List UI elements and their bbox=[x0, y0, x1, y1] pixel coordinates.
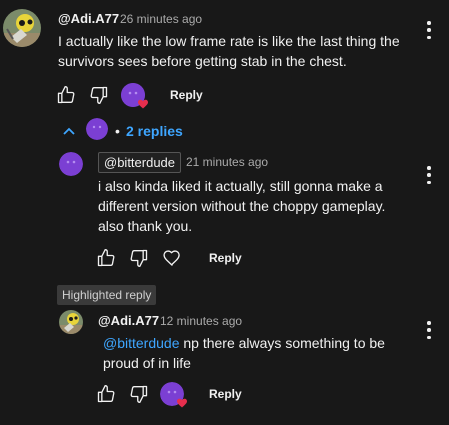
comment-timestamp[interactable]: 26 minutes ago bbox=[120, 12, 202, 26]
more-vert-icon[interactable] bbox=[427, 21, 431, 39]
comment-text: @bitterdude np there always something to… bbox=[103, 333, 403, 373]
creator-handle-chip[interactable]: @bitterdude bbox=[98, 152, 182, 173]
comment-author[interactable]: @Adi.A77 bbox=[58, 11, 119, 26]
comment-text: I actually like the low frame rate is li… bbox=[58, 33, 400, 69]
creator-heart[interactable] bbox=[121, 83, 148, 109]
comment-timestamp[interactable]: 21 minutes ago bbox=[186, 155, 268, 169]
comment-timestamp[interactable]: 12 minutes ago bbox=[160, 314, 242, 328]
avatar[interactable] bbox=[59, 310, 83, 334]
heart-icon bbox=[137, 98, 149, 110]
chevron-up-icon[interactable] bbox=[62, 126, 76, 136]
mention-link[interactable]: @bitterdude bbox=[103, 335, 179, 351]
thumbs-up-icon[interactable] bbox=[96, 248, 116, 268]
creator-avatar bbox=[86, 118, 108, 140]
thumbs-up-icon[interactable] bbox=[96, 384, 116, 404]
comment-text: i also kinda liked it actually, still go… bbox=[98, 178, 386, 234]
thumbs-down-icon[interactable] bbox=[129, 384, 149, 404]
toggle-replies-button[interactable]: 2 replies bbox=[126, 123, 183, 139]
reply-button[interactable]: Reply bbox=[209, 387, 242, 401]
avatar[interactable] bbox=[59, 152, 83, 176]
creator-heart[interactable] bbox=[160, 382, 187, 408]
more-vert-icon[interactable] bbox=[427, 166, 431, 184]
thumbs-up-icon[interactable] bbox=[56, 85, 76, 105]
heart-icon bbox=[176, 397, 188, 409]
thumbs-down-icon[interactable] bbox=[129, 248, 149, 268]
avatar[interactable] bbox=[3, 9, 41, 47]
highlighted-reply-badge: Highlighted reply bbox=[57, 285, 157, 305]
replies-bullet: • bbox=[115, 123, 120, 139]
thumbs-down-icon[interactable] bbox=[89, 85, 109, 105]
comment-thread: @Adi.A77 26 minutes ago I actually like … bbox=[0, 0, 449, 425]
more-vert-icon[interactable] bbox=[427, 321, 431, 339]
heart-icon[interactable] bbox=[162, 248, 182, 268]
reply-button[interactable]: Reply bbox=[170, 88, 203, 102]
comment-author[interactable]: @Adi.A77 bbox=[98, 313, 159, 328]
reply-button[interactable]: Reply bbox=[209, 251, 242, 265]
